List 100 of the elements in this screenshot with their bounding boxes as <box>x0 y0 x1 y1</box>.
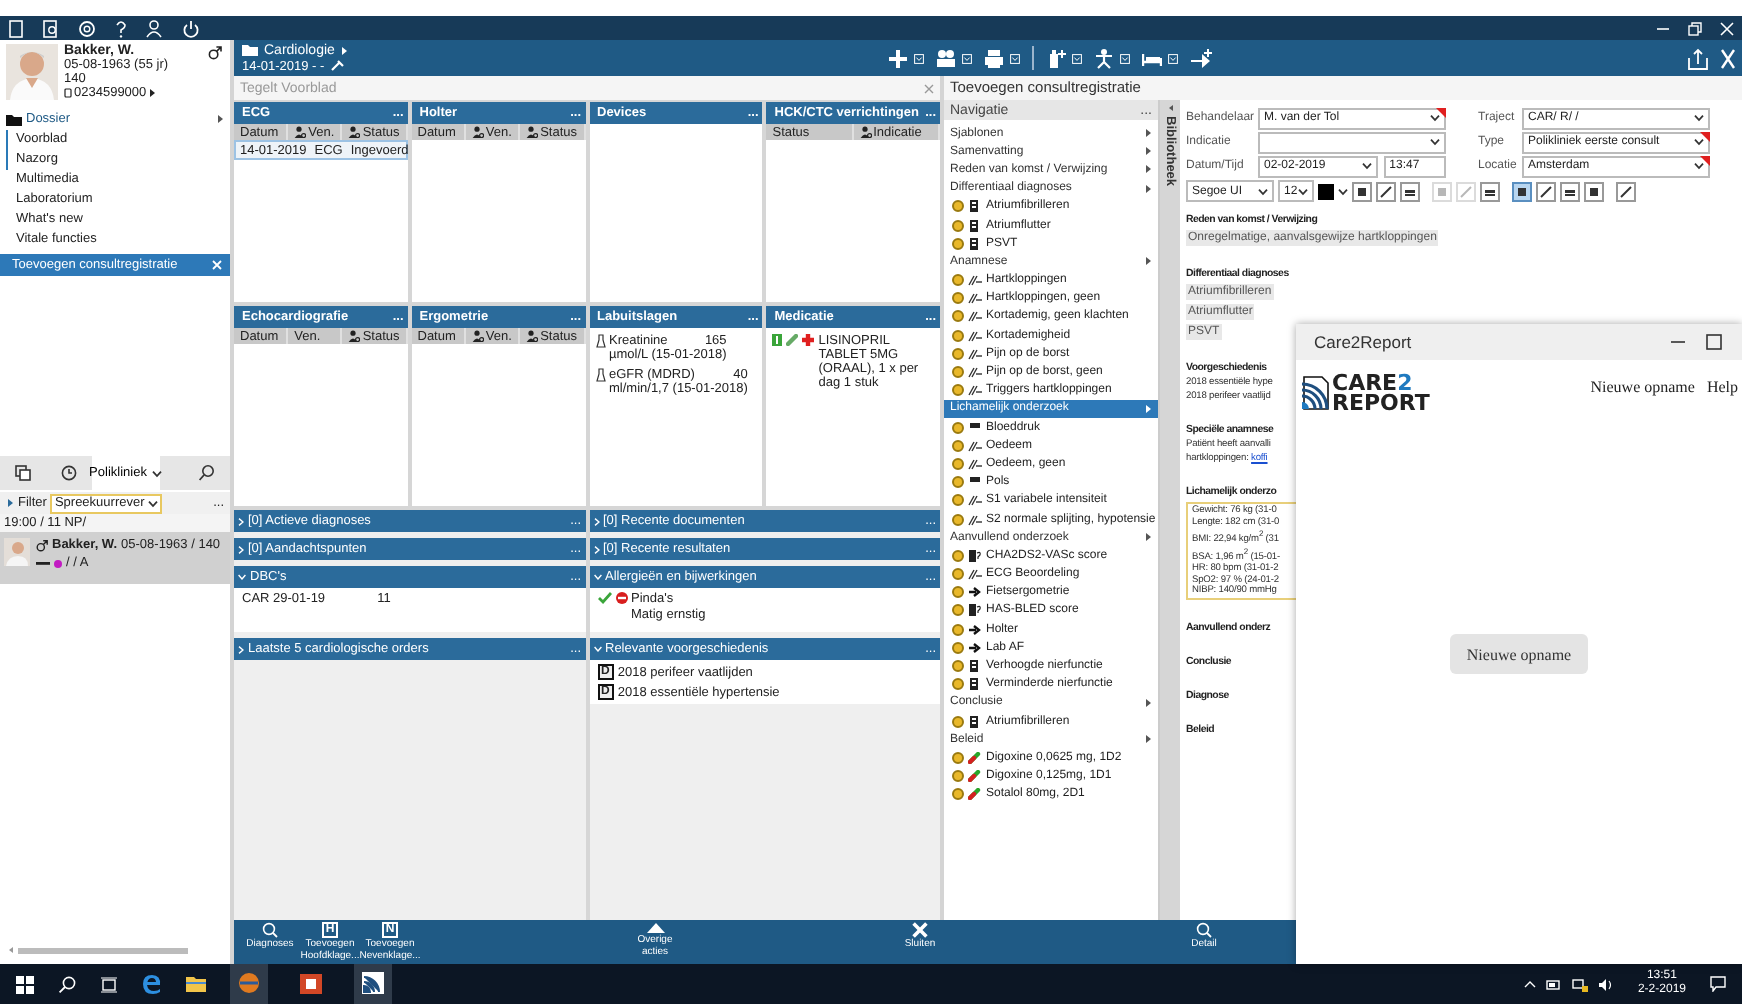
search-icon <box>198 464 216 482</box>
caret-icon <box>1258 187 1268 195</box>
export-icon[interactable] <box>1688 47 1708 69</box>
dropdown-icon[interactable] <box>1168 53 1178 63</box>
document-icon[interactable] <box>8 19 24 37</box>
menu-item[interactable]: Help <box>1706 378 1738 396</box>
windows-icon[interactable] <box>16 975 34 993</box>
finding-icon <box>968 274 982 287</box>
status-dot <box>952 457 964 470</box>
slides-app-icon[interactable] <box>300 974 322 994</box>
people-icon[interactable] <box>936 47 956 69</box>
caret-icon <box>148 499 159 507</box>
settings-icon[interactable] <box>78 19 96 37</box>
expand-icon[interactable] <box>1720 47 1736 69</box>
chevron-right-icon <box>593 545 599 553</box>
caret-icon <box>152 469 163 477</box>
format-button[interactable] <box>1376 181 1396 201</box>
male-icon <box>208 46 222 60</box>
window-title: Care2Report <box>1314 332 1412 352</box>
network-icon[interactable] <box>1571 977 1588 991</box>
format-icon <box>1620 185 1632 197</box>
bottle-icon[interactable] <box>1046 47 1066 69</box>
status-dot <box>952 715 964 728</box>
arrow-icon <box>1144 532 1152 543</box>
dropdown-icon[interactable] <box>1010 53 1020 63</box>
format-button[interactable] <box>1480 181 1500 201</box>
format-button[interactable] <box>1400 181 1420 201</box>
power-icon[interactable] <box>182 19 200 37</box>
status-dot <box>952 292 964 305</box>
dropdown-icon[interactable] <box>1072 53 1082 63</box>
logo-icon <box>1302 376 1330 410</box>
finding-icon <box>968 292 982 305</box>
diagnosis-icon <box>968 715 982 728</box>
arrow-icon <box>340 45 349 55</box>
format-icon <box>1588 185 1600 197</box>
status-dot <box>952 788 964 801</box>
arrow-icon <box>8 946 14 954</box>
plus-icon[interactable] <box>888 47 908 69</box>
dropdown-icon[interactable] <box>1120 53 1130 63</box>
maximize-icon[interactable] <box>1706 334 1722 350</box>
person-icon <box>348 330 361 342</box>
status-dot <box>952 237 964 250</box>
status-dot <box>952 366 964 379</box>
status-dot <box>952 347 964 360</box>
diagnosis-icon <box>968 237 982 250</box>
caret-icon <box>1430 114 1440 122</box>
arrow-icon <box>968 586 982 599</box>
browser-icon[interactable] <box>142 974 162 994</box>
file-search-icon[interactable] <box>42 19 60 37</box>
record-button[interactable]: Nieuwe opname <box>1450 634 1588 674</box>
cross-icon <box>802 334 815 346</box>
user-icon[interactable] <box>146 19 164 37</box>
battery-icon[interactable] <box>1545 979 1562 989</box>
format-button[interactable] <box>1536 181 1556 201</box>
arrow-icon <box>1144 403 1152 414</box>
format-button[interactable] <box>1352 181 1372 201</box>
arrow-icon <box>148 88 157 98</box>
dropdown-icon[interactable] <box>962 53 972 63</box>
close-icon <box>912 922 928 938</box>
finding-icon <box>968 384 982 397</box>
diagnosis-icon <box>968 678 982 691</box>
menu-item[interactable]: Nieuwe opname <box>1590 378 1695 396</box>
person-icon <box>348 126 361 138</box>
search-icon[interactable] <box>58 975 76 993</box>
help-icon[interactable] <box>114 19 128 37</box>
finding-icon <box>968 347 982 360</box>
search-icon <box>262 922 278 938</box>
phone-icon <box>64 88 72 98</box>
chevron-up-icon[interactable] <box>1523 980 1536 988</box>
add-arrow-icon[interactable] <box>1190 47 1214 69</box>
arrow-icon[interactable] <box>1167 104 1173 112</box>
format-button[interactable] <box>1584 181 1604 201</box>
status-dot <box>952 439 964 452</box>
chevron-right-icon <box>238 645 244 653</box>
caret-icon <box>1338 187 1348 195</box>
status-dot <box>952 476 964 489</box>
format-button[interactable] <box>1616 181 1636 201</box>
arrow-icon <box>1144 256 1152 267</box>
app-icon[interactable] <box>238 972 260 994</box>
scrollbar-thumb[interactable] <box>18 947 188 953</box>
status-dot <box>952 494 964 507</box>
dropdown-icon[interactable] <box>914 53 924 63</box>
status-dot <box>952 604 964 617</box>
status-dot <box>952 549 964 562</box>
task-view-icon[interactable] <box>100 975 118 993</box>
signal-app-icon[interactable] <box>362 972 384 994</box>
restore-icon[interactable] <box>1688 21 1702 35</box>
figure-icon[interactable] <box>1094 47 1114 69</box>
finding-icon <box>968 310 982 323</box>
folder-icon[interactable] <box>186 976 206 992</box>
history-icon <box>60 464 78 482</box>
color-swatch-icon[interactable] <box>1318 183 1334 199</box>
status-dot <box>952 678 964 691</box>
dropdown-field[interactable] <box>1258 131 1446 153</box>
notification-icon[interactable] <box>1710 976 1726 992</box>
printer-icon[interactable] <box>984 47 1004 69</box>
format-button[interactable] <box>1560 181 1580 201</box>
arrow-icon <box>6 498 14 508</box>
format-button[interactable] <box>1512 181 1532 201</box>
volume-icon[interactable] <box>1597 977 1614 991</box>
